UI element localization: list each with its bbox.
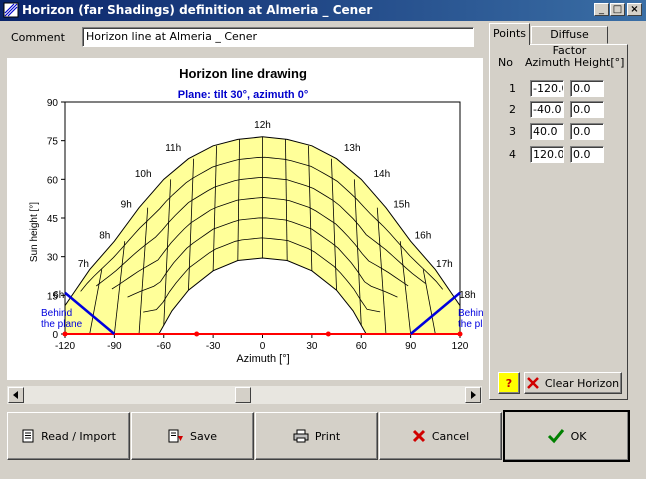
y-tick-label: 75 — [47, 137, 59, 148]
behind-plane-label: the plane — [458, 319, 483, 330]
x-tick-label: 120 — [452, 341, 469, 352]
y-tick-label: 90 — [47, 98, 59, 109]
hour-label: 18h — [459, 290, 476, 301]
y-tick-label: 45 — [47, 214, 59, 225]
height-input-3[interactable]: 0.0 — [570, 123, 604, 140]
behind-plane-label: Behind — [458, 308, 483, 319]
x-tick-label: 90 — [405, 341, 417, 352]
azimuth-input-3[interactable]: 40.0 — [530, 123, 564, 140]
ok-label: OK — [570, 429, 587, 443]
hour-label: 12h — [254, 120, 271, 131]
horizon-point — [62, 331, 68, 337]
x-tick-label: 0 — [260, 341, 266, 352]
horizon-point — [457, 331, 463, 337]
y-axis-label: Sun height [°] — [29, 202, 40, 262]
comment-label: Comment — [11, 31, 65, 44]
hour-label: 6h — [53, 290, 64, 301]
red-x-icon — [526, 377, 539, 389]
ok-button[interactable]: OK — [503, 410, 630, 462]
scroll-left-arrow-icon[interactable] — [8, 387, 24, 403]
hour-label: 16h — [415, 231, 432, 242]
hour-label: 8h — [99, 231, 110, 242]
comment-input[interactable]: Horizon line at Almeria _ Cener — [82, 27, 474, 47]
horizon-chart: Horizon line drawing Plane: tilt 30°, az… — [7, 58, 483, 380]
hour-label: 7h — [78, 259, 89, 270]
points-panel — [489, 44, 628, 400]
help-button[interactable]: ? — [498, 372, 520, 394]
horizon-point — [325, 331, 331, 337]
x-tick-label: -60 — [157, 341, 172, 352]
hour-label: 17h — [436, 259, 453, 270]
read-import-label: Read / Import — [41, 429, 116, 443]
hour-label: 9h — [121, 200, 132, 211]
row-no: 1 — [509, 82, 516, 95]
help-label: ? — [505, 376, 513, 390]
print-label: Print — [314, 429, 341, 443]
read-import-button[interactable]: Read / Import — [7, 412, 130, 460]
minimize-button[interactable]: _ — [594, 3, 609, 16]
checkmark-icon — [547, 429, 564, 444]
maximize-button[interactable]: □ — [610, 3, 625, 16]
save-icon — [168, 429, 183, 443]
x-tick-label: -30 — [206, 341, 221, 352]
header-azimuth: Azimuth — [525, 56, 571, 69]
height-input-2[interactable]: 0.0 — [570, 101, 604, 118]
tab-diffuse-factor[interactable]: Diffuse Factor — [531, 26, 608, 57]
clear-horizon-label: Clear Horizon — [544, 376, 620, 390]
height-input-1[interactable]: 0.0 — [570, 80, 604, 97]
x-tick-label: 60 — [356, 341, 368, 352]
y-tick-label: 0 — [52, 330, 58, 341]
header-height: Height[°] — [574, 56, 625, 69]
save-label: Save — [189, 429, 217, 443]
hour-label: 13h — [344, 143, 361, 154]
height-input-4[interactable]: 0.0 — [570, 146, 604, 163]
title-bar: Horizon (far Shadings) definition at Alm… — [0, 0, 646, 21]
row-no: 2 — [509, 103, 516, 116]
azimuth-input-1[interactable]: -120.0 — [530, 80, 564, 97]
red-x-icon — [412, 429, 425, 443]
printer-icon — [293, 429, 309, 443]
clear-horizon-button[interactable]: Clear Horizon — [524, 372, 622, 394]
hour-label: 10h — [135, 169, 152, 180]
chart-svg: Horizon line drawing Plane: tilt 30°, az… — [29, 66, 483, 365]
x-tick-label: -90 — [107, 341, 122, 352]
document-icon — [22, 429, 34, 443]
tab-points[interactable]: Points — [489, 23, 530, 45]
behind-plane-label: Behind — [41, 308, 72, 319]
row-no: 3 — [509, 125, 516, 138]
behind-plane-label: the plane — [41, 319, 83, 330]
close-button[interactable]: × — [627, 3, 642, 16]
chart-subtitle: Plane: tilt 30°, azimuth 0° — [178, 89, 308, 101]
x-axis-label: Azimuth [°] — [236, 353, 289, 365]
horizon-point — [194, 331, 200, 337]
x-tick-label: 30 — [306, 341, 318, 352]
hour-label: 11h — [165, 143, 181, 154]
window-title: Horizon (far Shadings) definition at Alm… — [22, 3, 373, 17]
app-icon — [3, 2, 19, 18]
chart-title: Horizon line drawing — [179, 66, 307, 81]
print-button[interactable]: Print — [255, 412, 378, 460]
header-no: No — [498, 56, 513, 69]
scroll-thumb[interactable] — [235, 387, 251, 403]
chart-scrollbar[interactable] — [7, 386, 482, 404]
row-no: 4 — [509, 148, 516, 161]
cancel-label: Cancel — [431, 429, 470, 443]
y-tick-label: 30 — [47, 253, 59, 264]
azimuth-input-2[interactable]: -40.0 — [530, 101, 564, 118]
hour-label: 15h — [393, 200, 410, 211]
save-button[interactable]: Save — [131, 412, 254, 460]
hour-label: 14h — [373, 169, 390, 180]
cancel-button[interactable]: Cancel — [379, 412, 502, 460]
x-tick-label: -120 — [55, 341, 75, 352]
scroll-right-arrow-icon[interactable] — [465, 387, 481, 403]
azimuth-input-4[interactable]: 120.0 — [530, 146, 564, 163]
y-tick-label: 60 — [47, 175, 59, 186]
